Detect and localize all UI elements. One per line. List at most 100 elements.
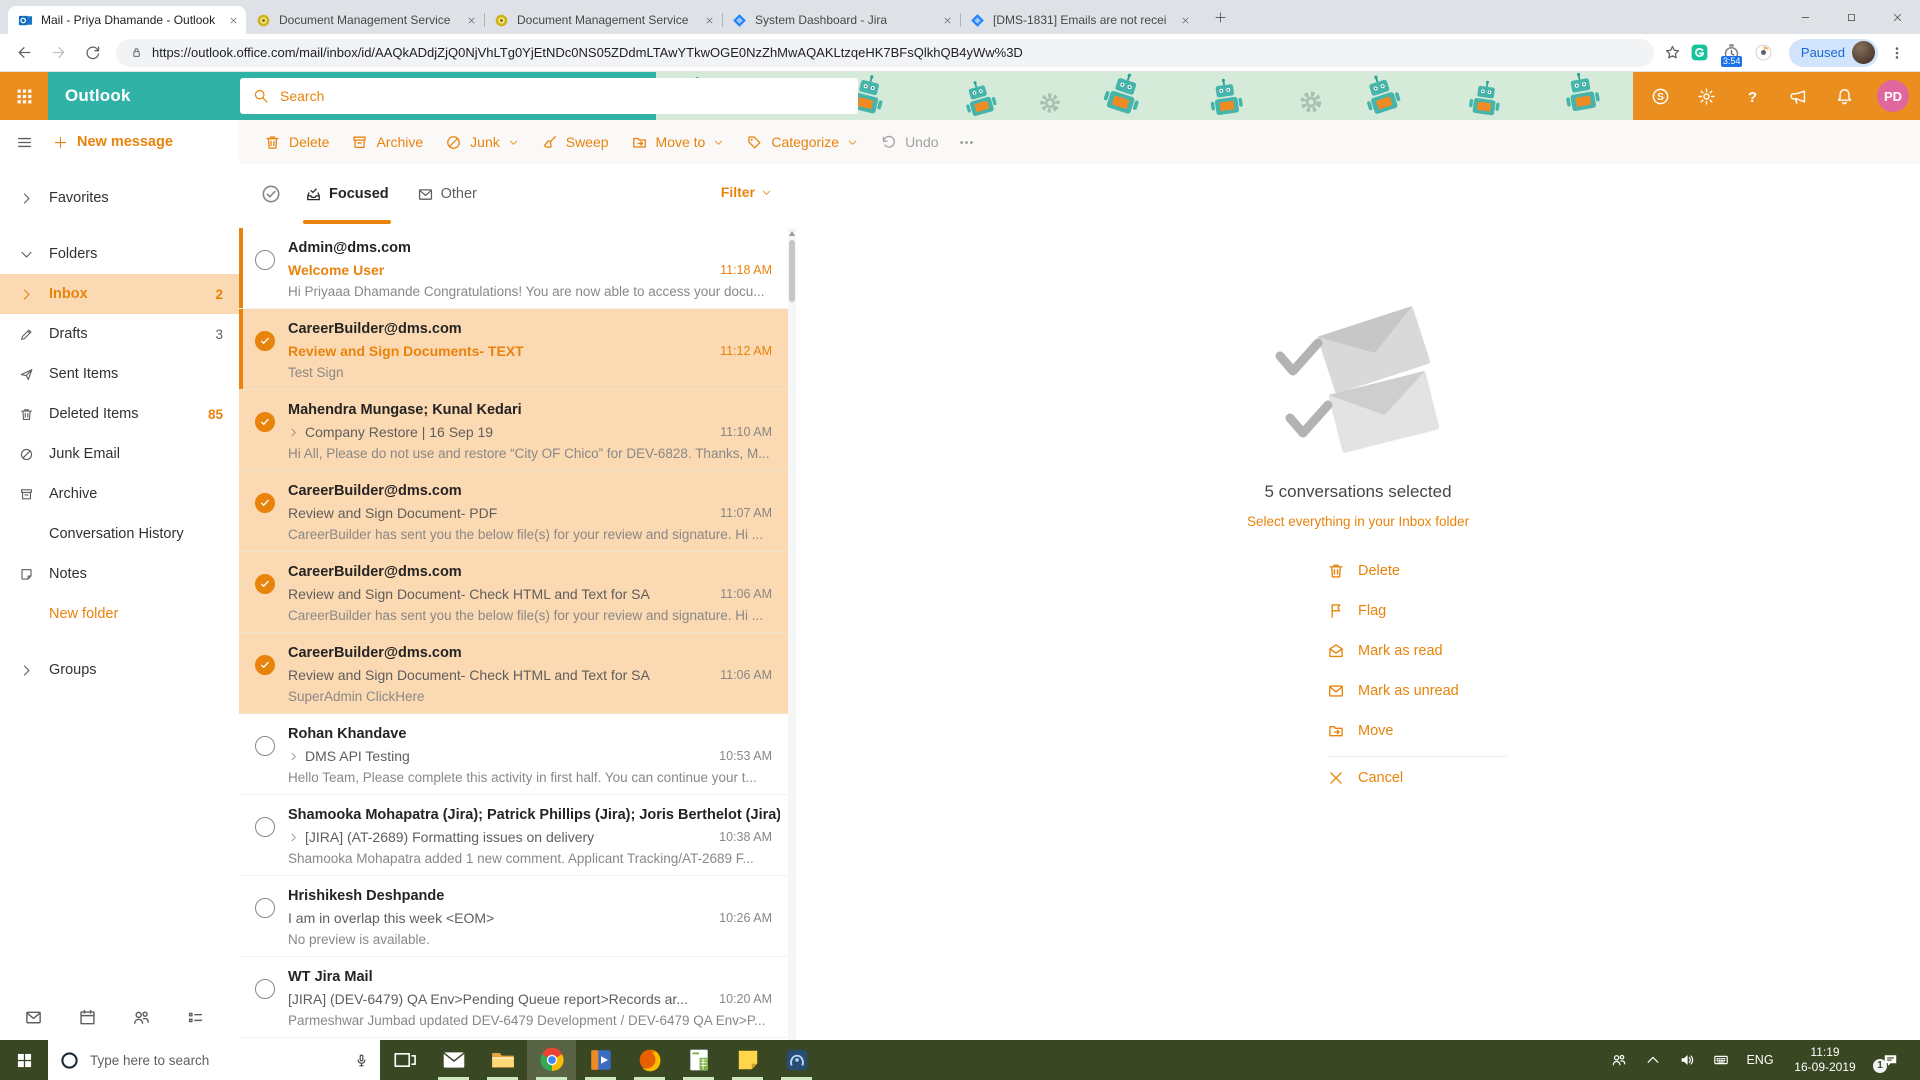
taskbar-app[interactable] bbox=[674, 1040, 723, 1080]
email-checkbox[interactable] bbox=[255, 493, 275, 513]
selection-action[interactable]: Move bbox=[1327, 711, 1507, 751]
gear-icon[interactable] bbox=[1697, 87, 1716, 106]
todo-icon[interactable] bbox=[186, 1008, 205, 1027]
view-tab[interactable]: Other bbox=[417, 181, 477, 207]
email-list-item[interactable]: WT Jira Mail [JIRA] (DEV-6479) QA Env>Pe… bbox=[239, 957, 788, 1038]
taskbar-app[interactable] bbox=[723, 1040, 772, 1080]
sync-paused-button[interactable]: Paused bbox=[1788, 38, 1878, 67]
email-list-item[interactable]: CareerBuilder@dms.com Review and Sign Do… bbox=[239, 552, 788, 633]
toolbar-button[interactable]: Undo bbox=[869, 120, 949, 164]
sidebar-item[interactable]: Notes bbox=[0, 554, 239, 594]
scrollbar-thumb[interactable] bbox=[789, 240, 795, 302]
back-button[interactable] bbox=[10, 39, 38, 67]
sidebar-item[interactable]: Sent Items bbox=[0, 354, 239, 394]
toolbar-button[interactable]: Archive bbox=[340, 120, 434, 164]
expand-conversation-icon[interactable] bbox=[288, 751, 299, 762]
sidebar-item[interactable]: Favorites bbox=[0, 178, 239, 218]
chevron-up-icon[interactable] bbox=[1636, 1052, 1670, 1068]
browser-tab[interactable]: Mail - Priya Dhamande - Outlook bbox=[8, 6, 246, 34]
sidebar-item[interactable]: New folder bbox=[0, 594, 239, 634]
tab-close-icon[interactable] bbox=[705, 16, 714, 25]
taskbar-search-input[interactable] bbox=[90, 1052, 344, 1068]
email-checkbox[interactable] bbox=[255, 412, 275, 432]
email-checkbox[interactable] bbox=[255, 817, 275, 837]
question-icon[interactable]: ? bbox=[1743, 87, 1762, 106]
email-list-item[interactable]: CareerBuilder@dms.com Review and Sign Do… bbox=[239, 471, 788, 552]
browser-tab[interactable]: Document Management Service bbox=[246, 6, 484, 34]
taskbar-app[interactable] bbox=[478, 1040, 527, 1080]
keyboard-icon[interactable] bbox=[1704, 1052, 1738, 1068]
taskbar-app[interactable] bbox=[380, 1040, 429, 1080]
expand-conversation-icon[interactable] bbox=[288, 832, 299, 843]
email-list-item[interactable]: Shamooka Mohapatra (Jira); Patrick Phill… bbox=[239, 795, 788, 876]
mail-icon[interactable] bbox=[24, 1008, 43, 1027]
selection-action[interactable]: Cancel bbox=[1327, 756, 1507, 796]
email-checkbox[interactable] bbox=[255, 898, 275, 918]
outlook-search-bar[interactable] bbox=[240, 78, 858, 114]
sidebar-item[interactable]: Archive bbox=[0, 474, 239, 514]
maximize-button[interactable] bbox=[1828, 0, 1874, 34]
toolbar-button[interactable]: Move to bbox=[620, 120, 736, 164]
tab-close-icon[interactable] bbox=[943, 16, 952, 25]
reload-button[interactable] bbox=[78, 39, 106, 67]
select-everything-link[interactable]: Select everything in your Inbox folder bbox=[1247, 514, 1469, 529]
email-checkbox[interactable] bbox=[255, 250, 275, 270]
start-button[interactable] bbox=[0, 1040, 48, 1080]
filter-button[interactable]: Filter bbox=[721, 184, 772, 200]
browser-tab[interactable]: [DMS-1831] Emails are not recei bbox=[960, 6, 1198, 34]
sidebar-item[interactable]: Folders bbox=[0, 234, 239, 274]
sidebar-item[interactable]: Conversation History bbox=[0, 514, 239, 554]
people-icon[interactable] bbox=[132, 1008, 151, 1027]
email-checkbox[interactable] bbox=[255, 979, 275, 999]
calendar-icon[interactable] bbox=[78, 1008, 97, 1027]
toolbar-button[interactable]: Sweep bbox=[530, 120, 620, 164]
email-checkbox[interactable] bbox=[255, 655, 275, 675]
tab-close-icon[interactable] bbox=[229, 16, 238, 25]
language-indicator[interactable]: ENG bbox=[1738, 1053, 1782, 1067]
megaphone-icon[interactable] bbox=[1789, 87, 1808, 106]
extension-green-icon[interactable] bbox=[1687, 40, 1713, 66]
email-checkbox[interactable] bbox=[255, 331, 275, 351]
close-button[interactable] bbox=[1874, 0, 1920, 34]
email-list-item[interactable]: Hrishikesh Deshpande I am in overlap thi… bbox=[239, 876, 788, 957]
bookmark-star-icon[interactable] bbox=[1664, 44, 1681, 61]
toolbar-button[interactable]: Delete bbox=[253, 120, 340, 164]
action-center-button[interactable]: 1 bbox=[1868, 1052, 1912, 1073]
email-list-item[interactable]: CareerBuilder@dms.com Review and Sign Do… bbox=[239, 309, 788, 390]
sidebar-item[interactable]: Deleted Items 85 bbox=[0, 394, 239, 434]
email-list-item[interactable]: Admin@dms.com Welcome User 11:18 AM Hi P… bbox=[239, 228, 788, 309]
toolbar-button[interactable]: Categorize bbox=[735, 120, 869, 164]
speaker-icon[interactable] bbox=[1670, 1052, 1704, 1068]
tab-close-icon[interactable] bbox=[1181, 16, 1190, 25]
browser-tab[interactable]: System Dashboard - Jira bbox=[722, 6, 960, 34]
list-scrollbar[interactable] bbox=[788, 228, 796, 1040]
taskbar-search[interactable] bbox=[48, 1040, 380, 1080]
view-tab[interactable]: Focused bbox=[303, 181, 391, 224]
app-launcher-button[interactable] bbox=[0, 72, 48, 120]
taskbar-app[interactable] bbox=[527, 1040, 576, 1080]
bell-icon[interactable] bbox=[1835, 87, 1854, 106]
toolbar-button[interactable] bbox=[950, 120, 991, 164]
account-avatar[interactable]: PD bbox=[1877, 80, 1909, 112]
new-tab-button[interactable] bbox=[1206, 3, 1234, 31]
scroll-up-arrow[interactable] bbox=[789, 231, 795, 236]
toolbar-button[interactable]: Junk bbox=[434, 120, 530, 164]
minimize-button[interactable] bbox=[1782, 0, 1828, 34]
search-input[interactable] bbox=[280, 88, 845, 104]
select-all-checkbox[interactable] bbox=[260, 183, 282, 205]
selection-action[interactable]: Mark as unread bbox=[1327, 671, 1507, 711]
new-message-button[interactable]: New message bbox=[53, 134, 173, 150]
selection-action[interactable]: Flag bbox=[1327, 591, 1507, 631]
sidebar-item[interactable]: Drafts 3 bbox=[0, 314, 239, 354]
email-list-item[interactable]: Mahendra Mungase; Kunal Kedari Company R… bbox=[239, 390, 788, 471]
sidebar-item[interactable]: Junk Email bbox=[0, 434, 239, 474]
address-bar[interactable]: https://outlook.office.com/mail/inbox/id… bbox=[116, 38, 1654, 67]
email-checkbox[interactable] bbox=[255, 574, 275, 594]
taskbar-app[interactable] bbox=[772, 1040, 821, 1080]
forward-button[interactable] bbox=[44, 39, 72, 67]
clock[interactable]: 11:19 16-09-2019 bbox=[1782, 1045, 1868, 1075]
selection-action[interactable]: Mark as read bbox=[1327, 631, 1507, 671]
mic-icon[interactable] bbox=[354, 1053, 369, 1068]
browser-menu-icon[interactable] bbox=[1884, 45, 1910, 61]
browser-tab[interactable]: Document Management Service bbox=[484, 6, 722, 34]
